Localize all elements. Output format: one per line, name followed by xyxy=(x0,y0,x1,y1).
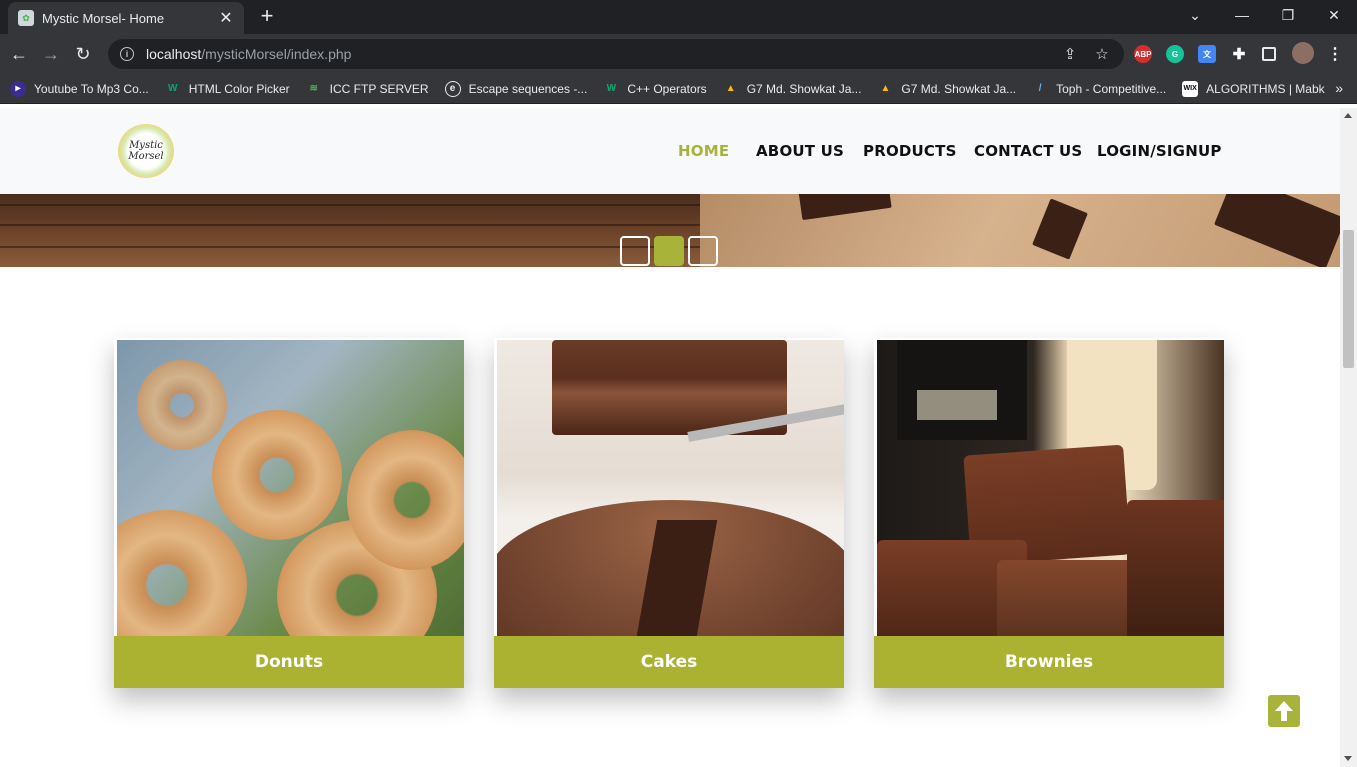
donuts-image xyxy=(117,340,464,636)
bookmark-item[interactable]: / Toph - Competitive... xyxy=(1032,81,1166,97)
nav-about-us[interactable]: ABOUT US xyxy=(756,142,844,160)
browser-toolbar: ← → ↻ i localhost/mysticMorsel/index.php… xyxy=(0,34,1357,74)
nav-contact-us[interactable]: CONTACT US xyxy=(974,142,1082,160)
side-panel-icon[interactable] xyxy=(1262,47,1276,61)
bookmark-label: G7 Md. Showkat Ja... xyxy=(901,81,1017,96)
carousel-indicator-2[interactable] xyxy=(654,236,684,266)
scroll-to-top-button[interactable] xyxy=(1268,695,1300,727)
more-bookmarks-icon[interactable]: » xyxy=(1335,80,1343,96)
bookmark-item[interactable]: W HTML Color Picker xyxy=(165,81,290,97)
drive-icon: ▲ xyxy=(880,83,891,94)
nav-home[interactable]: HOME xyxy=(678,142,729,160)
tab-title: Mystic Morsel- Home xyxy=(42,10,165,26)
bookmark-label: Toph - Competitive... xyxy=(1056,81,1167,96)
cakes-image xyxy=(497,340,844,636)
icc-icon: ≋ xyxy=(309,83,318,94)
brownies-image xyxy=(877,340,1224,636)
browser-tab-strip: ✿ Mystic Morsel- Home ✕ + ⌄ — ❐ ✕ xyxy=(0,0,1357,34)
bookmark-item[interactable]: ▲ G7 Md. Showkat Ja... xyxy=(877,81,1016,97)
reload-button[interactable]: ↻ xyxy=(69,40,97,68)
bookmark-item[interactable]: W C++ Operators xyxy=(603,81,707,97)
page-scrollbar[interactable] xyxy=(1340,108,1357,767)
back-button[interactable]: ← xyxy=(5,40,33,68)
page-viewport: Mystic Morsel HOME ABOUT US PRODUCTS CONT… xyxy=(0,108,1340,767)
site-info-icon[interactable]: i xyxy=(120,47,134,61)
tab-search-icon[interactable]: ⌄ xyxy=(1172,0,1218,30)
new-tab-button[interactable]: + xyxy=(256,4,278,28)
close-tab-icon[interactable]: ✕ xyxy=(218,8,234,28)
logo-text: Morsel xyxy=(128,151,164,162)
card-label: Donuts xyxy=(114,636,464,688)
bookmark-item[interactable]: WIX ALGORITHMS | Mabk xyxy=(1182,80,1325,97)
bookmark-label: C++ Operators xyxy=(627,81,707,96)
site-logo[interactable]: Mystic Morsel xyxy=(118,124,174,178)
url-host: localhost xyxy=(146,46,202,62)
card-label: Brownies xyxy=(874,636,1224,688)
restore-button[interactable]: ❐ xyxy=(1265,0,1311,30)
card-label: Cakes xyxy=(494,636,844,688)
minimize-button[interactable]: — xyxy=(1219,0,1265,30)
bookmark-label: Escape sequences -... xyxy=(468,81,588,96)
site-header: Mystic Morsel HOME ABOUT US PRODUCTS CONT… xyxy=(0,108,1340,194)
close-window-button[interactable]: ✕ xyxy=(1311,0,1357,30)
scrollbar-thumb[interactable] xyxy=(1343,230,1354,368)
adblock-plus-icon[interactable]: ABP xyxy=(1134,45,1152,63)
google-translate-icon[interactable]: 文 xyxy=(1198,45,1216,63)
browser-menu-icon[interactable]: ⋮ xyxy=(1326,45,1344,63)
bookmark-label: HTML Color Picker xyxy=(188,81,290,96)
bookmark-item[interactable]: ▲ G7 Md. Showkat Ja... xyxy=(723,81,862,97)
bookmark-item[interactable]: e Escape sequences -... xyxy=(444,80,588,97)
youtube-mp3-icon: ▸ xyxy=(10,80,26,97)
site-favicon-icon: ✿ xyxy=(18,10,34,26)
product-card-brownies[interactable]: Brownies xyxy=(874,338,1224,688)
share-icon[interactable]: ⇪ xyxy=(1060,45,1080,63)
carousel-indicator-1[interactable] xyxy=(620,236,650,266)
scroll-down-arrow-icon[interactable] xyxy=(1344,756,1352,761)
extensions-puzzle-icon[interactable]: ✚ xyxy=(1230,45,1248,63)
bookmarks-bar: ▸ Youtube To Mp3 Co... W HTML Color Picker… xyxy=(0,74,1357,104)
drive-icon: ▲ xyxy=(725,83,736,94)
w3schools-icon: W xyxy=(168,83,178,94)
wix-icon: WIX xyxy=(1182,80,1199,97)
address-bar[interactable]: i localhost/mysticMorsel/index.php ⇪ ☆ xyxy=(108,39,1124,69)
grammarly-icon[interactable]: G xyxy=(1166,45,1184,63)
bookmark-item[interactable]: ≋ ICC FTP SERVER xyxy=(306,81,429,97)
bookmark-label: G7 Md. Showkat Ja... xyxy=(746,81,862,96)
bookmark-item[interactable]: ▸ Youtube To Mp3 Co... xyxy=(10,80,149,97)
product-card-donuts[interactable]: Donuts xyxy=(114,338,464,688)
hero-carousel xyxy=(0,194,1340,267)
bookmark-star-icon[interactable]: ☆ xyxy=(1092,45,1112,63)
nav-products[interactable]: PRODUCTS xyxy=(863,142,957,160)
cppreference-icon: e xyxy=(444,80,461,97)
logo-text: Mystic xyxy=(129,140,163,151)
bookmark-label: ALGORITHMS | Mabk xyxy=(1206,81,1325,96)
bookmark-label: ICC FTP SERVER xyxy=(329,81,429,96)
w3schools-icon: W xyxy=(606,83,617,94)
browser-tab[interactable]: ✿ Mystic Morsel- Home ✕ xyxy=(8,2,244,34)
profile-avatar[interactable] xyxy=(1292,42,1314,64)
bookmark-label: Youtube To Mp3 Co... xyxy=(34,81,149,96)
nav-login-signup[interactable]: LOGIN/SIGNUP xyxy=(1097,142,1222,160)
url-path: /mysticMorsel/index.php xyxy=(201,46,352,62)
toph-icon: / xyxy=(1038,83,1042,94)
scroll-up-arrow-icon[interactable] xyxy=(1344,113,1352,118)
arrow-up-icon xyxy=(1275,701,1293,721)
carousel-indicator-3[interactable] xyxy=(688,236,718,266)
product-card-cakes[interactable]: Cakes xyxy=(494,338,844,688)
forward-button[interactable]: → xyxy=(37,40,65,68)
